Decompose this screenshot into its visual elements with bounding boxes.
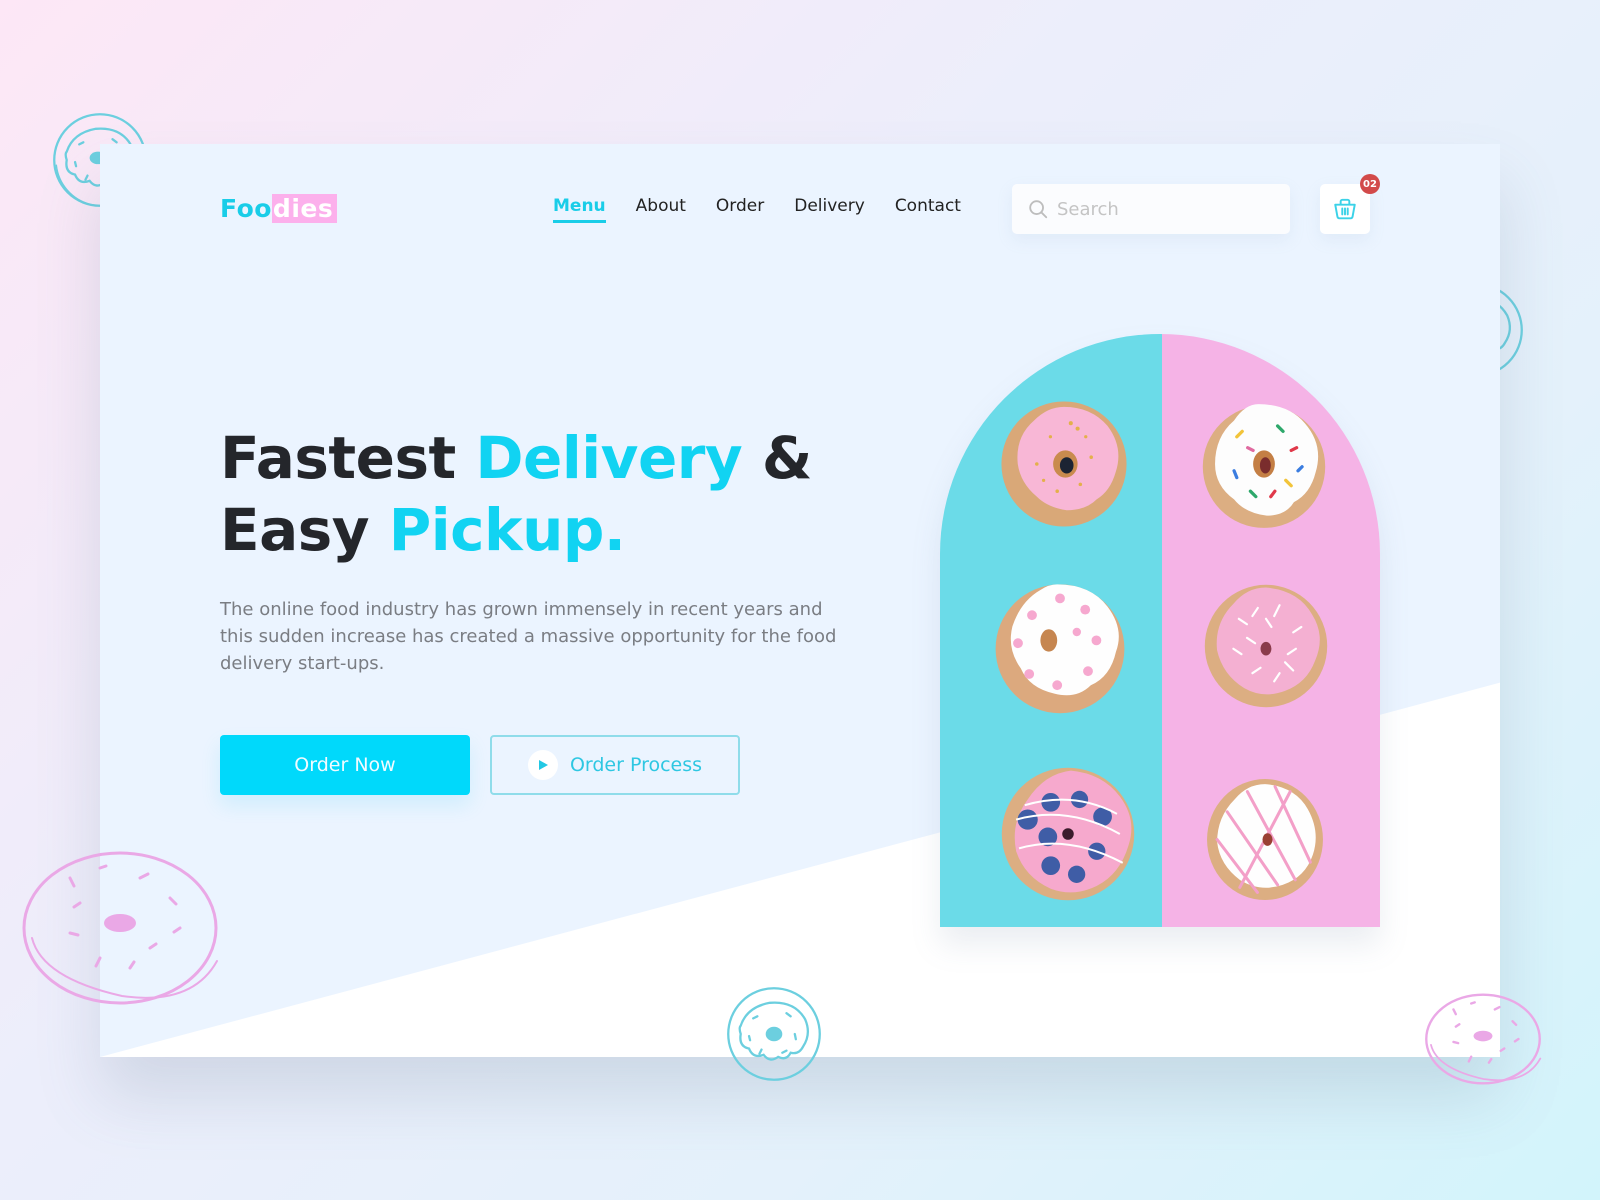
logo[interactable]: Foodies: [220, 194, 338, 223]
nav-item-delivery[interactable]: Delivery: [794, 196, 865, 223]
search-input[interactable]: [1057, 198, 1277, 220]
nav-item-order[interactable]: Order: [716, 196, 764, 223]
play-button-circle: [527, 750, 558, 780]
order-process-button[interactable]: Order Process: [490, 735, 740, 795]
hero-headline: Fastest Delivery & Easy Pickup.: [220, 422, 860, 566]
landing-page-card: Foodies Menu About Order Delivery Contac…: [100, 144, 1500, 1057]
cart-button[interactable]: 02: [1320, 174, 1380, 234]
donut-white-pink-drizzle: [1207, 779, 1323, 900]
order-process-label: Order Process: [569, 754, 703, 776]
headline-text: Fastest: [220, 424, 476, 492]
logo-text-main: Foo: [220, 194, 272, 223]
donut-sketch-icon: [727, 987, 821, 1081]
search-box[interactable]: [1012, 184, 1290, 234]
search-icon: [1029, 200, 1048, 219]
donut-white-rainbow-sprinkles: [1202, 404, 1326, 528]
headline-text: Easy: [220, 496, 389, 564]
donut-white-pink-dots: [995, 584, 1125, 714]
logo-text-highlight: dies: [271, 194, 338, 223]
donut-pink-gold-sprinkles: [1001, 401, 1127, 527]
nav-item-menu[interactable]: Menu: [553, 196, 606, 223]
donuts-image: [940, 334, 1380, 927]
play-icon: [538, 760, 548, 770]
nav-item-contact[interactable]: Contact: [895, 196, 961, 223]
main-nav: Menu About Order Delivery Contact: [553, 196, 961, 223]
donut-pink-coconut: [1204, 584, 1328, 708]
hero-description: The online food industry has grown immen…: [220, 599, 837, 674]
nav-item-about[interactable]: About: [636, 196, 686, 223]
donut-sketch-icon: [1425, 993, 1542, 1085]
headline-accent: Pickup.: [388, 496, 626, 564]
headline-accent: Delivery: [475, 424, 743, 492]
donut-pink-blueberries: [1001, 767, 1135, 901]
shopping-basket-icon: [1334, 198, 1356, 220]
order-now-button[interactable]: Order Now: [220, 735, 470, 795]
cart-count-badge: 02: [1360, 174, 1380, 194]
donut-sketch-icon: [22, 851, 218, 1005]
headline-text: &: [742, 424, 813, 492]
